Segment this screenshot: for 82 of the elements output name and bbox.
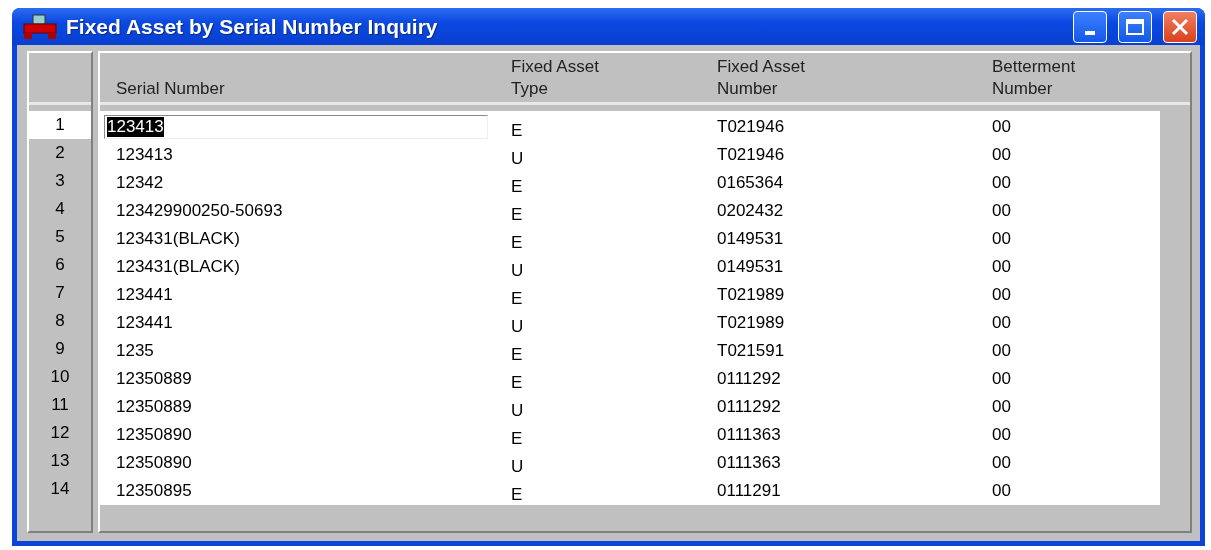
table-cell: 123429900250-50693 <box>116 201 283 220</box>
table-cell: 0165364 <box>717 173 784 192</box>
table-cell: 123431(BLACK) <box>116 257 240 276</box>
table-cell: 00 <box>992 285 1011 304</box>
computer-icon <box>22 13 58 40</box>
maximize-icon <box>1125 17 1145 36</box>
table-cell: 12350890 <box>116 425 192 444</box>
table-cell: 12350889 <box>116 369 192 388</box>
close-button[interactable] <box>1163 10 1197 43</box>
row-number[interactable]: 8 <box>29 307 91 335</box>
row-number[interactable]: 6 <box>29 251 91 279</box>
table-cell: T021946 <box>717 117 785 136</box>
table-cell: 123441 <box>116 285 173 304</box>
table-cell: 00 <box>992 173 1011 192</box>
table-cell: 1235 <box>116 341 154 360</box>
table-cell: 0111291 <box>717 481 781 500</box>
table-cell: 00 <box>992 313 1011 332</box>
row-number[interactable]: 13 <box>29 447 91 475</box>
table-cell: 12350889 <box>116 397 192 416</box>
table-cell: 0111363 <box>717 453 781 472</box>
table-cell: T021591 <box>717 341 785 360</box>
column-header[interactable]: Serial Number <box>116 78 511 100</box>
table-cell: 00 <box>992 341 1011 360</box>
table-cell: 0202432 <box>717 201 784 220</box>
table-cell: 00 <box>992 257 1011 276</box>
row-number[interactable]: 2 <box>29 139 91 167</box>
table-cell: 00 <box>992 117 1011 136</box>
table-cell: 00 <box>992 397 1011 416</box>
table-cell: T021989 <box>717 313 785 332</box>
table-cell: 0111292 <box>717 397 781 416</box>
row-number[interactable]: 11 <box>29 391 91 419</box>
table-cell: 00 <box>992 425 1011 444</box>
serial-edit-field[interactable]: 123413 <box>104 115 488 139</box>
table-cell: 00 <box>992 453 1011 472</box>
row-number[interactable]: 14 <box>29 475 91 503</box>
table-cell: U <box>511 149 524 168</box>
minimize-icon <box>1085 30 1095 35</box>
table-cell: 123413 <box>116 145 173 164</box>
row-number[interactable]: 4 <box>29 195 91 223</box>
table-cell: 00 <box>992 145 1011 164</box>
table-cell: 123431(BLACK) <box>116 229 240 248</box>
maximize-button[interactable] <box>1118 10 1152 43</box>
table-cell: 0111292 <box>717 369 781 388</box>
column-header[interactable]: Betterment Number <box>992 56 1190 100</box>
table-cell: 00 <box>992 229 1011 248</box>
table-cell: 0111363 <box>717 425 781 444</box>
table-cell: E <box>511 345 523 364</box>
row-number[interactable]: 1 <box>29 111 91 139</box>
window-title: Fixed Asset by Serial Number Inquiry <box>66 14 439 39</box>
table-cell: E <box>511 233 523 252</box>
row-number[interactable]: 12 <box>29 419 91 447</box>
row-number[interactable]: 5 <box>29 223 91 251</box>
table-cell: E <box>511 177 523 196</box>
table-cell: E <box>511 485 523 504</box>
column-header[interactable]: Fixed Asset Number <box>717 56 992 100</box>
table-cell: U <box>511 317 524 336</box>
row-number[interactable]: 3 <box>29 167 91 195</box>
row-number[interactable]: 10 <box>29 363 91 391</box>
table-cell: U <box>511 261 524 280</box>
table-cell: 12350895 <box>116 481 192 500</box>
table-cell: 0149531 <box>717 229 784 248</box>
table-cell: E <box>511 289 523 308</box>
table-cell: E <box>511 429 523 448</box>
table-cell: E <box>511 373 523 392</box>
table-cell: 00 <box>992 369 1011 388</box>
column-header[interactable]: Fixed Asset Type <box>511 56 717 100</box>
table-cell: U <box>511 457 524 476</box>
close-icon <box>1170 16 1190 37</box>
table-cell: 12342 <box>116 173 164 192</box>
table-cell: T021989 <box>717 285 785 304</box>
table-cell: 0149531 <box>717 257 784 276</box>
table-cell: T021946 <box>717 145 785 164</box>
table-cell: 00 <box>992 201 1011 220</box>
table-cell: U <box>511 401 524 420</box>
table-cell: 12350890 <box>116 453 192 472</box>
minimize-button[interactable] <box>1073 10 1107 43</box>
row-number[interactable]: 9 <box>29 335 91 363</box>
table-cell: 123441 <box>116 313 173 332</box>
table-cell: 00 <box>992 481 1011 500</box>
row-number[interactable]: 7 <box>29 279 91 307</box>
table-cell: E <box>511 121 523 140</box>
table-cell: E <box>511 205 523 224</box>
